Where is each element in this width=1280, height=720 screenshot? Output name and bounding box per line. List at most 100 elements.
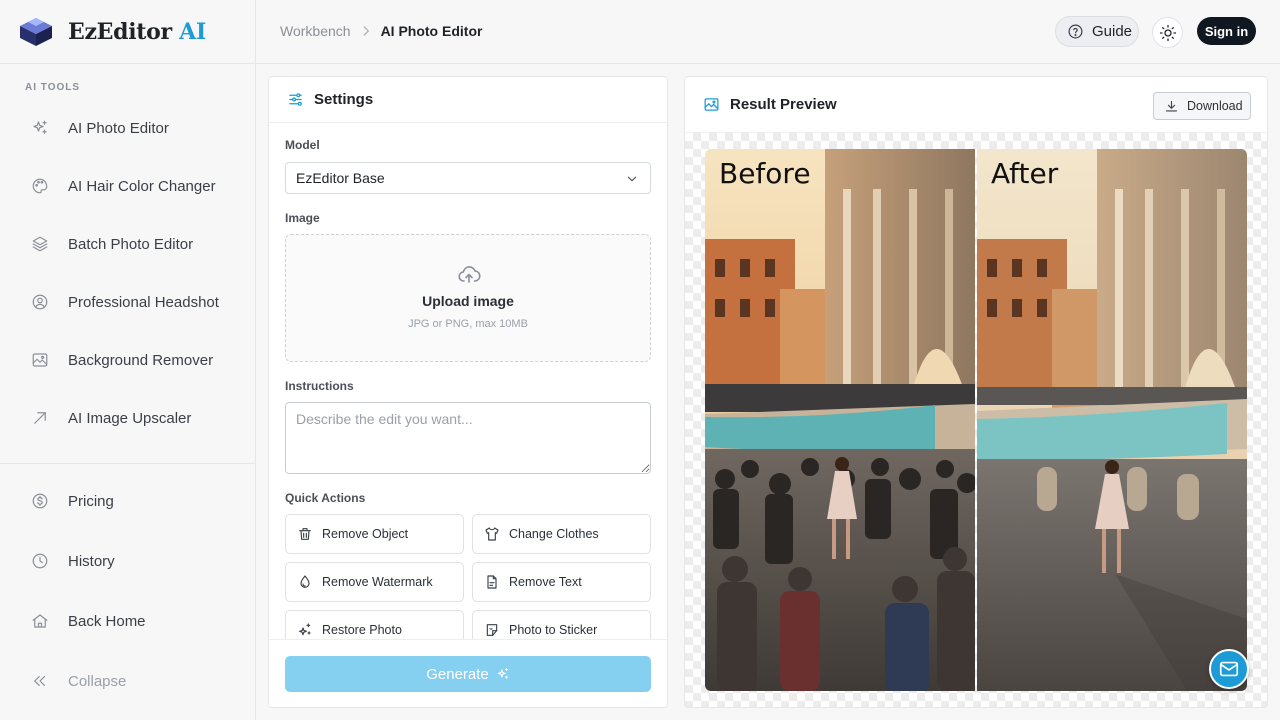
- top-header: Workbench AI Photo Editor Guide Sign in: [256, 0, 1280, 64]
- logo-icon: [20, 17, 52, 46]
- secondary-nav: Pricing History Back Home Collapse: [0, 471, 255, 711]
- sidebar-item-back-home[interactable]: Back Home: [0, 591, 255, 651]
- upload-title: Upload image: [422, 293, 514, 309]
- quick-action-label: Photo to Sticker: [509, 623, 598, 637]
- chevrons-left-icon: [34, 675, 46, 687]
- brand-logo[interactable]: EzEditor AI: [0, 0, 255, 64]
- result-preview-panel: Result Preview Download Before After: [684, 76, 1268, 708]
- shirt-icon: [485, 527, 499, 541]
- sidebar: EzEditor AI AI TOOLS AI Photo Editor AI …: [0, 0, 256, 720]
- brand-accent: AI: [179, 18, 206, 45]
- sidebar-item-label: Professional Headshot: [68, 293, 219, 311]
- sparkles-icon: [497, 668, 508, 679]
- theme-toggle-button[interactable]: [1152, 17, 1183, 48]
- sticker-icon: [486, 624, 498, 636]
- sidebar-item-label: Back Home: [68, 612, 146, 630]
- image-icon: [32, 353, 48, 367]
- generate-button[interactable]: Generate: [285, 656, 651, 692]
- sidebar-item-label: AI Image Upscaler: [68, 409, 192, 427]
- quick-action-label: Remove Object: [322, 527, 409, 541]
- quick-actions-label: Quick Actions: [285, 491, 366, 505]
- sliders-icon: [289, 93, 302, 106]
- settings-panel: Settings Model EzEditor Base Image Uploa…: [268, 76, 668, 708]
- breadcrumb-workbench[interactable]: Workbench: [280, 23, 351, 39]
- palette-icon: [32, 178, 48, 194]
- sidebar-item-label: Batch Photo Editor: [68, 235, 194, 253]
- sparkles-icon: [33, 120, 47, 134]
- tools-nav: AI Photo Editor AI Hair Color Changer Ba…: [0, 99, 255, 447]
- sidebar-collapse-button[interactable]: Collapse: [0, 651, 255, 711]
- quick-action-restore-photo[interactable]: Restore Photo: [285, 610, 464, 639]
- sidebar-item-ai-photo-editor[interactable]: AI Photo Editor: [0, 99, 255, 157]
- settings-footer: Generate: [269, 639, 667, 707]
- guide-label: Guide: [1092, 23, 1133, 40]
- contact-mail-button[interactable]: [1209, 649, 1249, 689]
- quick-action-photo-to-sticker[interactable]: Photo to Sticker: [472, 610, 651, 639]
- chevron-down-icon: [627, 176, 637, 182]
- dollar-icon: [32, 493, 48, 509]
- quick-action-remove-text[interactable]: Remove Text: [472, 562, 651, 602]
- quick-action-label: Remove Watermark: [322, 575, 433, 589]
- after-image: After: [977, 149, 1247, 691]
- guide-button[interactable]: Guide: [1055, 16, 1139, 47]
- before-image: Before: [705, 149, 975, 691]
- before-photo-graphic: [705, 149, 975, 691]
- home-icon: [32, 614, 48, 628]
- model-select[interactable]: EzEditor Base: [285, 162, 651, 194]
- instructions-input[interactable]: [285, 402, 651, 474]
- sun-icon: [1159, 24, 1176, 41]
- after-photo-graphic: [977, 149, 1247, 691]
- sidebar-item-ai-image-upscaler[interactable]: AI Image Upscaler: [0, 389, 255, 447]
- download-button[interactable]: Download: [1153, 92, 1251, 120]
- mail-icon: [1219, 661, 1239, 677]
- quick-action-remove-object[interactable]: Remove Object: [285, 514, 464, 554]
- sign-in-button[interactable]: Sign in: [1197, 17, 1256, 45]
- model-label: Model: [285, 138, 320, 152]
- brand-name: EzEditor AI: [68, 18, 206, 45]
- trash-icon: [299, 528, 311, 540]
- quick-action-change-clothes[interactable]: Change Clothes: [472, 514, 651, 554]
- chevron-right-icon: [363, 26, 369, 36]
- sidebar-item-label: Pricing: [68, 492, 114, 510]
- breadcrumb-current: AI Photo Editor: [380, 23, 483, 39]
- image-upload-dropzone[interactable]: Upload image JPG or PNG, max 10MB: [285, 234, 651, 362]
- download-label: Download: [1187, 99, 1243, 113]
- quick-action-label: Restore Photo: [322, 623, 402, 637]
- layers-icon: [32, 236, 48, 252]
- sidebar-item-label: History: [68, 552, 115, 570]
- user-circle-icon: [32, 294, 48, 310]
- after-label: After: [991, 157, 1059, 190]
- help-circle-icon: [1068, 24, 1083, 39]
- image-icon: [704, 98, 719, 111]
- arrow-up-right-icon: [34, 412, 46, 424]
- upload-hint: JPG or PNG, max 10MB: [408, 318, 528, 330]
- sidebar-item-history[interactable]: History: [0, 531, 255, 591]
- quick-action-label: Change Clothes: [509, 527, 599, 541]
- instructions-label: Instructions: [285, 379, 354, 393]
- clock-icon: [32, 553, 48, 569]
- sidebar-item-background-remover[interactable]: Background Remover: [0, 331, 255, 389]
- sidebar-item-label: Collapse: [68, 672, 127, 690]
- before-label: Before: [719, 157, 811, 190]
- sidebar-item-ai-hair-color-changer[interactable]: AI Hair Color Changer: [0, 157, 255, 215]
- sparkle-icon: [299, 623, 311, 636]
- download-icon: [1165, 100, 1178, 111]
- preview-title: Result Preview: [730, 96, 837, 113]
- sidebar-item-label: Background Remover: [68, 351, 214, 369]
- droplet-icon: [300, 575, 310, 588]
- preview-canvas: Before After: [685, 133, 1267, 707]
- cloud-upload-icon: [458, 266, 481, 283]
- sidebar-item-professional-headshot[interactable]: Professional Headshot: [0, 273, 255, 331]
- quick-action-remove-watermark[interactable]: Remove Watermark: [285, 562, 464, 602]
- settings-title: Settings: [314, 91, 374, 108]
- settings-body: Model EzEditor Base Image Upload image J…: [285, 123, 651, 639]
- quick-action-label: Remove Text: [509, 575, 582, 589]
- sidebar-item-batch-photo-editor[interactable]: Batch Photo Editor: [0, 215, 255, 273]
- breadcrumb: Workbench AI Photo Editor: [280, 23, 482, 39]
- generate-label: Generate: [426, 665, 489, 683]
- sidebar-item-pricing[interactable]: Pricing: [0, 471, 255, 531]
- image-label: Image: [285, 211, 320, 225]
- preview-header: Result Preview Download: [685, 77, 1267, 133]
- settings-header: Settings: [269, 77, 667, 123]
- section-label-ai-tools: AI TOOLS: [25, 82, 81, 93]
